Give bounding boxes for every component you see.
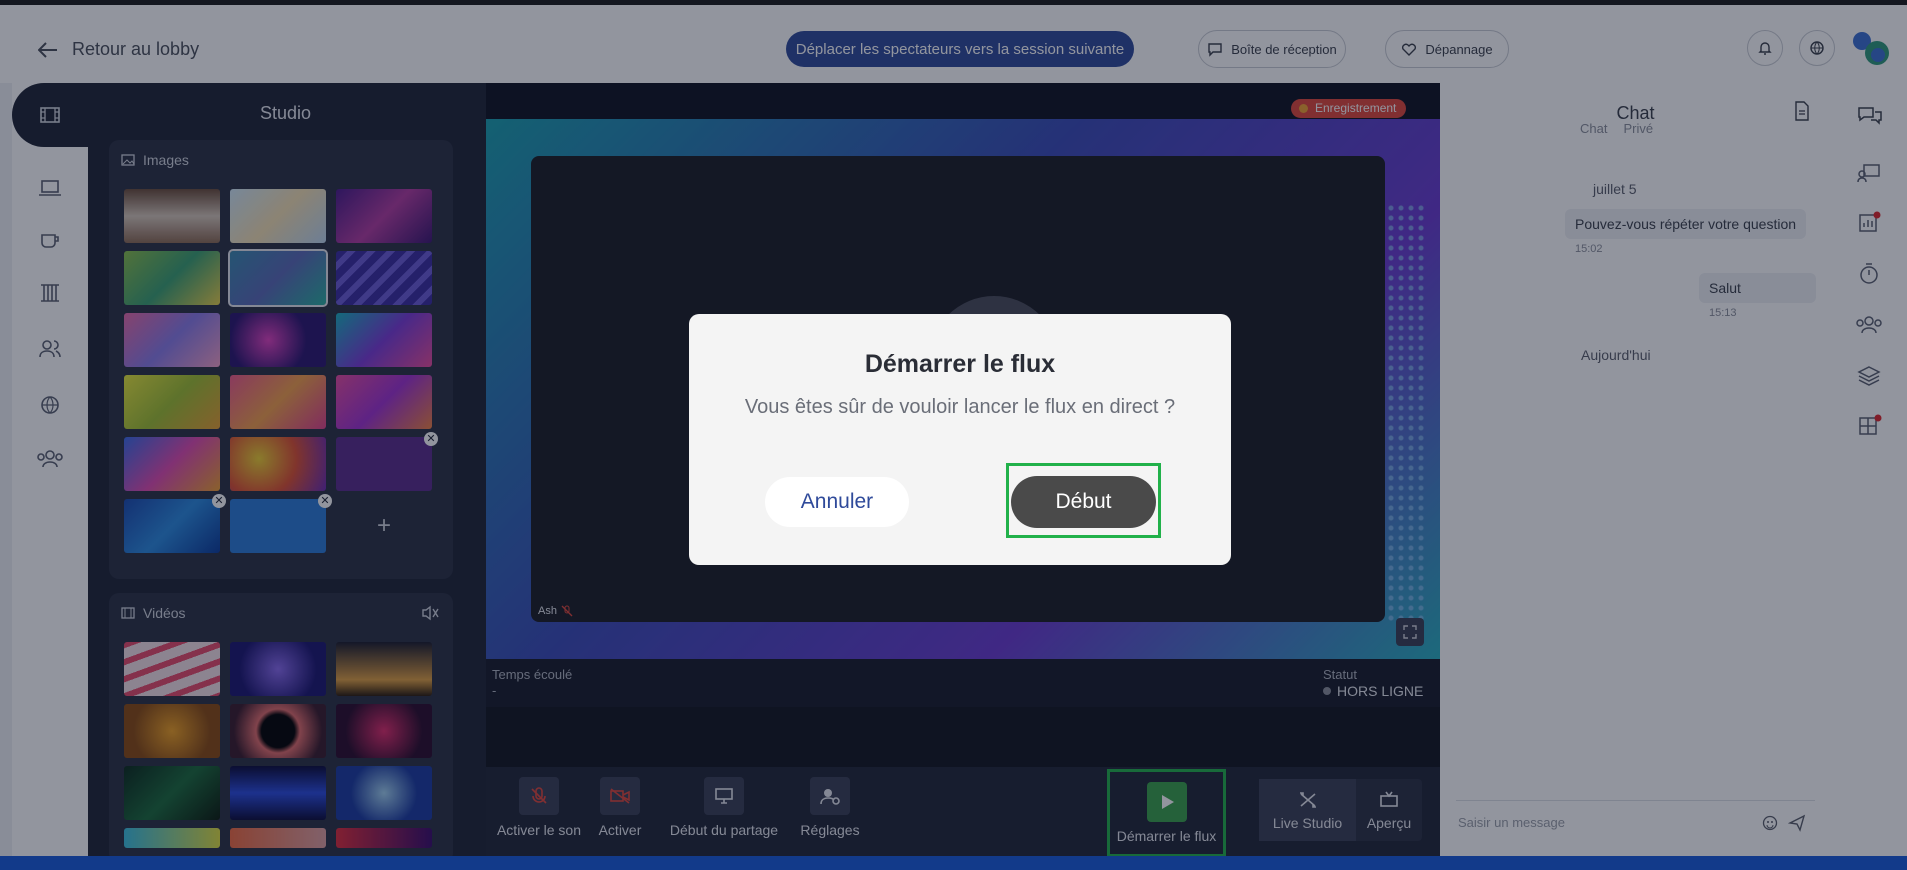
confirm-dialog: Démarrer le flux Vous êtes sûr de vouloi… xyxy=(689,314,1231,565)
bottom-strip xyxy=(0,856,1907,870)
confirm-button[interactable]: Début xyxy=(1011,476,1156,528)
dialog-title: Démarrer le flux xyxy=(864,350,1056,378)
dialog-message: Vous êtes sûr de vouloir lancer le flux … xyxy=(744,396,1176,418)
cancel-button[interactable]: Annuler xyxy=(765,477,909,527)
